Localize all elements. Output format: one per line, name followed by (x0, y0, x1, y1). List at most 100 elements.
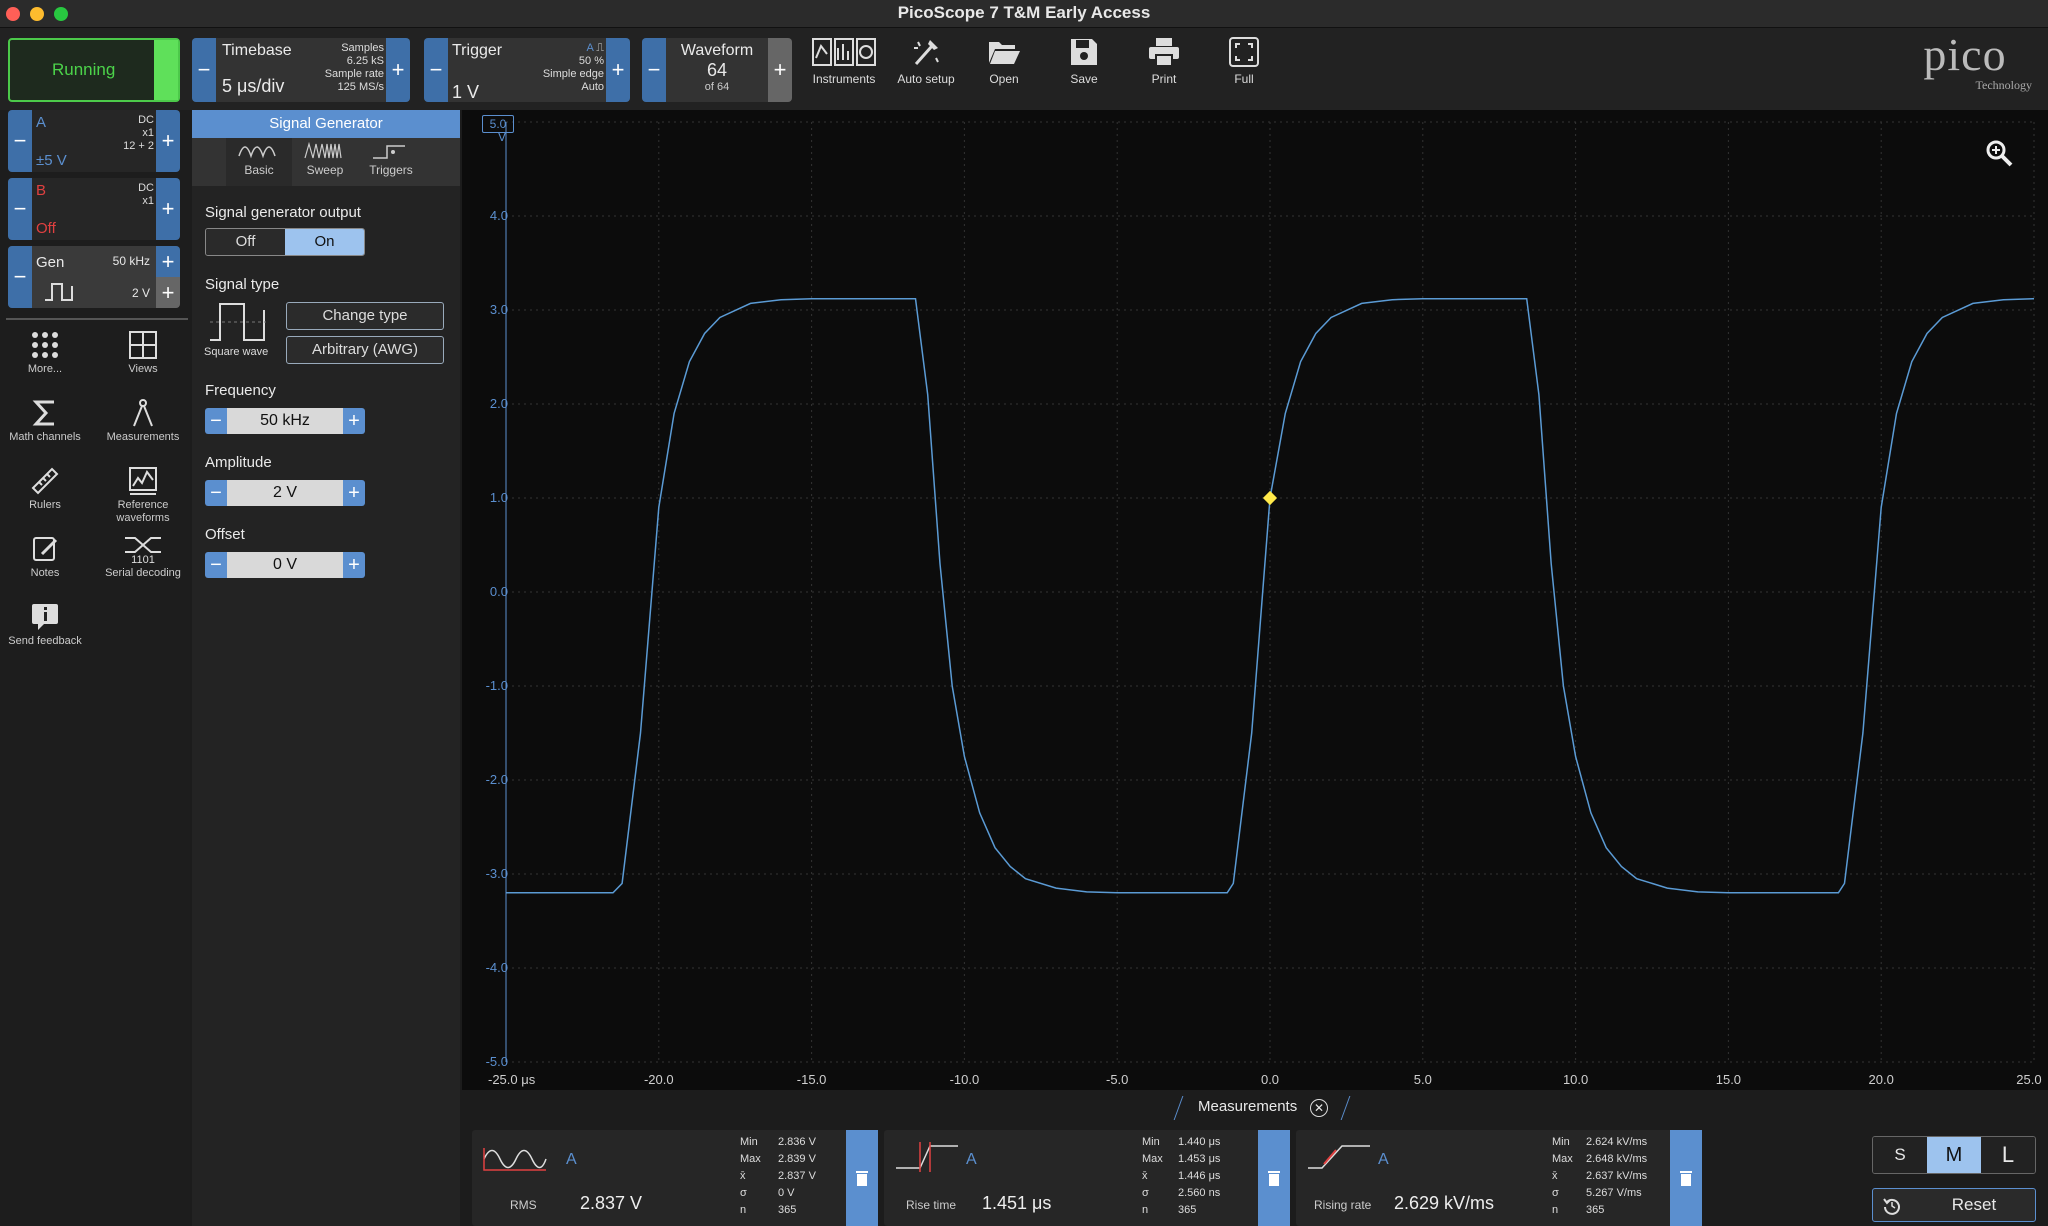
amplitude-decrease-button[interactable]: − (205, 480, 227, 506)
timebase-increase-button[interactable]: + (386, 38, 410, 102)
oscilloscope-plot[interactable] (462, 110, 2048, 1090)
open-button[interactable]: Open (964, 36, 1044, 96)
trigger-type: Simple edge (542, 68, 604, 80)
channel-a-resolution: 12 + 2 (123, 140, 154, 152)
waveform-previous-button[interactable]: − (642, 38, 666, 102)
tab-sweep[interactable]: Sweep (292, 138, 358, 186)
stat-mean-label: x̄ (740, 1170, 746, 1182)
change-type-button[interactable]: Change type (286, 302, 444, 330)
reference-waveforms-label: Reference waveforms (116, 499, 170, 524)
frequency-increase-button[interactable]: + (343, 408, 365, 434)
channel-a-range[interactable]: ±5 V (36, 152, 67, 169)
measurements-tool-label: Measurements (106, 431, 180, 443)
channel-a-range-increase-button[interactable]: + (156, 110, 180, 172)
trash-icon (1268, 1171, 1280, 1186)
offset-stepper: − 0 V + (205, 552, 365, 578)
frequency-stepper: − 50 kHz + (205, 408, 365, 434)
amplitude-input[interactable]: 2 V (227, 480, 343, 506)
frequency-input[interactable]: 50 kHz (227, 408, 343, 434)
measurement-value: 2.629 kV/ms (1394, 1193, 1495, 1213)
run-stop-button[interactable]: Running (8, 38, 180, 102)
send-feedback-button[interactable]: Send feedback (0, 602, 90, 648)
x-tick-label: -5.0 (1105, 1072, 1129, 1087)
sample-rate-label: Sample rate (324, 68, 384, 80)
offset-increase-button[interactable]: + (343, 552, 365, 578)
math-channels-button[interactable]: Math channels (0, 398, 90, 444)
generator-decrease-button[interactable]: − (8, 246, 32, 308)
tab-basic[interactable]: Basic (226, 138, 292, 186)
reset-button[interactable]: Reset (1872, 1188, 2036, 1222)
stat-n-label: n (740, 1204, 747, 1216)
measurement-channel: A (566, 1151, 577, 1168)
tab-triggers[interactable]: Triggers (358, 138, 424, 186)
trigger-increase-button[interactable]: + (606, 38, 630, 102)
instruments-icon (812, 38, 876, 66)
frequency-label: Frequency (205, 382, 276, 399)
scope-view[interactable]: 4.0 3.0 2.0 1.0 0.0 -1.0 -2.0 -3.0 -4.0 -5.0 -25.… (462, 110, 2048, 1090)
x-tick-label: -25.0 μs (488, 1072, 536, 1087)
output-on-button[interactable]: On (285, 229, 364, 255)
channel-a-probe: x1 (142, 127, 154, 139)
y-tick-label: 2.0 (489, 396, 508, 411)
generator-freq-increase-button[interactable]: + (156, 246, 180, 277)
notes-button[interactable]: Notes (0, 534, 90, 580)
instruments-button[interactable]: Instruments (804, 36, 884, 96)
signal-generator-header: Signal Generator (192, 110, 460, 138)
serial-decoding-button[interactable]: 1101 Serial decoding (98, 534, 188, 580)
rms-icon (483, 1148, 547, 1171)
zoom-icon[interactable] (1984, 138, 2014, 168)
amplitude-increase-button[interactable]: + (343, 480, 365, 506)
more-label: More... (27, 363, 63, 375)
print-button[interactable]: Print (1124, 36, 1204, 96)
measurement-card-rise-time[interactable]: A Rise time 1.451 μs Min Max x̄ σ n 1.44… (884, 1130, 1290, 1226)
rise-time-icon (896, 1142, 958, 1172)
run-indicator (154, 40, 178, 100)
delete-measurement-button[interactable] (1258, 1130, 1290, 1226)
print-label: Print (1151, 72, 1177, 86)
size-large-button[interactable]: L (1981, 1137, 2035, 1173)
timebase-decrease-button[interactable]: − (192, 38, 216, 102)
measurements-tool-button[interactable]: Measurements (98, 398, 188, 444)
channel-b-range-increase-button[interactable]: + (156, 178, 180, 240)
save-label: Save (1070, 72, 1098, 86)
stat-max: 2.648 kV/ms (1586, 1153, 1648, 1165)
offset-input[interactable]: 0 V (227, 552, 343, 578)
timebase-value[interactable]: 5 μs/div (222, 76, 284, 97)
channel-b-state[interactable]: Off (36, 220, 56, 237)
save-button[interactable]: Save (1044, 36, 1124, 96)
views-button[interactable]: Views (98, 330, 188, 376)
generator-amp-increase-button[interactable]: + (156, 277, 180, 308)
full-screen-button[interactable]: Full (1204, 36, 1284, 96)
stat-mean: 2.637 kV/ms (1586, 1170, 1648, 1182)
measurement-card-rms[interactable]: A RMS 2.837 V Min Max x̄ σ n 2.836 V 2.8… (472, 1130, 878, 1226)
delete-measurement-button[interactable] (846, 1130, 878, 1226)
trigger-decrease-button[interactable]: − (424, 38, 448, 102)
generator-amplitude: 2 V (131, 286, 150, 300)
rulers-button[interactable]: Rulers (0, 466, 90, 512)
size-medium-button[interactable]: M (1927, 1137, 1981, 1173)
delete-measurement-button[interactable] (1670, 1130, 1702, 1226)
auto-setup-button[interactable]: Auto setup (886, 36, 966, 96)
measurements-header[interactable]: Measurements (1198, 1098, 1297, 1115)
measurement-value: 1.451 μs (982, 1193, 1052, 1213)
channel-b-range-decrease-button[interactable]: − (8, 178, 32, 240)
amplitude-stepper: − 2 V + (205, 480, 365, 506)
arbitrary-awg-button[interactable]: Arbitrary (AWG) (286, 336, 444, 364)
stat-max: 1.453 μs (1178, 1153, 1221, 1165)
more-button[interactable]: More... (0, 330, 90, 376)
close-measurements-icon[interactable]: ✕ (1310, 1099, 1328, 1117)
pico-logo: pico Technology (1890, 32, 2040, 102)
views-label: Views (128, 363, 158, 375)
output-off-button[interactable]: Off (206, 229, 285, 255)
reference-waveforms-button[interactable]: Reference waveforms (98, 466, 188, 525)
offset-decrease-button[interactable]: − (205, 552, 227, 578)
stat-max-label: Max (740, 1153, 761, 1165)
y-tick-label: -2.0 (485, 772, 508, 787)
full-label: Full (1234, 72, 1254, 86)
channel-a-range-decrease-button[interactable]: − (8, 110, 32, 172)
frequency-decrease-button[interactable]: − (205, 408, 227, 434)
trigger-level[interactable]: 1 V (452, 82, 479, 103)
measurement-card-rising-rate[interactable]: A Rising rate 2.629 kV/ms Min Max x̄ σ n… (1296, 1130, 1702, 1226)
size-small-button[interactable]: S (1873, 1137, 1927, 1173)
waveform-next-button[interactable]: + (768, 38, 792, 102)
